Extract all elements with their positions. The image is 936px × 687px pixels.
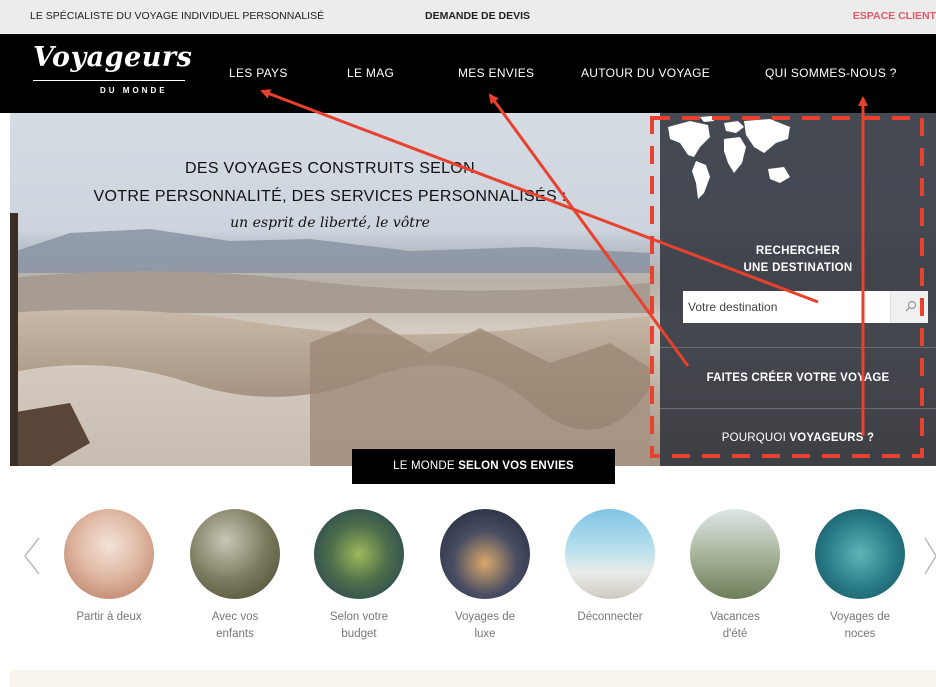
world-map-icon <box>668 116 790 199</box>
espace-client-link[interactable]: ESPACE CLIENT <box>853 10 936 22</box>
search-title-line1: RECHERCHER <box>755 245 841 257</box>
create-trip-link[interactable]: FAITES CRÉER VOTRE VOYAGE <box>660 372 936 384</box>
tagline: LE SPÉCIALISTE DU VOYAGE INDIVIDUEL PERS… <box>30 10 325 22</box>
hero-headline-line2: VOTRE PERSONNALITÉ, DES SERVICES PERSONN… <box>93 188 567 205</box>
category-vacances-d-ete[interactable]: Vacances d'été <box>680 509 790 643</box>
nav-mes-envies[interactable]: MES ENVIES <box>458 66 534 80</box>
devis-link[interactable]: DEMANDE DE DEVIS <box>425 10 530 22</box>
category-deconnecter[interactable]: Déconnecter <box>555 509 665 626</box>
category-label: Avec vos enfants <box>211 611 259 640</box>
why-label-part1: POURQUOI <box>721 432 790 444</box>
why-voyageurs-link[interactable]: POURQUOI VOYAGEURS ? <box>660 432 936 444</box>
category-image <box>64 509 154 599</box>
category-label: Voyages de noces <box>829 611 891 640</box>
category-image <box>690 509 780 599</box>
category-voyages-de-luxe[interactable]: Voyages de luxe <box>430 509 540 643</box>
banner-part1: LE MONDE <box>393 460 459 472</box>
destination-input[interactable] <box>683 291 889 323</box>
category-image <box>565 509 655 599</box>
hero-slogan: un esprit de liberté, le vôtre <box>230 215 430 231</box>
category-label: Partir à deux <box>76 611 142 623</box>
panel-divider <box>660 408 936 409</box>
category-label: Selon votre budget <box>329 611 389 640</box>
category-label: Déconnecter <box>577 611 643 623</box>
category-label: Vacances d'été <box>710 611 760 640</box>
search-panel: RECHERCHER UNE DESTINATION FAITES CRÉER … <box>660 113 936 466</box>
search-title-line2: UNE DESTINATION <box>743 262 853 274</box>
category-partir-a-deux[interactable]: Partir à deux <box>54 509 164 626</box>
hero-headline-line1: DES VOYAGES CONSTRUITS SELON <box>185 160 475 177</box>
nav-le-mag[interactable]: LE MAG <box>347 66 394 80</box>
bottom-band <box>10 670 936 687</box>
magnifier-icon <box>905 300 917 312</box>
category-avec-vos-enfants[interactable]: Avec vos enfants <box>180 509 290 643</box>
destination-search <box>683 291 928 323</box>
world-envies-banner: LE MONDE SELON VOS ENVIES <box>352 449 615 484</box>
search-button[interactable] <box>890 291 928 323</box>
logo-subtitle: DU MONDE <box>100 86 168 95</box>
category-voyages-de-noces[interactable]: Voyages de noces <box>805 509 915 643</box>
logo[interactable]: Voyageurs <box>33 42 192 73</box>
why-label-part2: VOYAGEURS ? <box>789 432 875 444</box>
chevron-left-icon[interactable] <box>22 536 42 576</box>
category-image <box>815 509 905 599</box>
nav-qui-sommes-nous[interactable]: QUI SOMMES-NOUS ? <box>765 66 897 80</box>
category-image <box>314 509 404 599</box>
chevron-right-icon[interactable] <box>922 536 936 576</box>
nav-les-pays[interactable]: LES PAYS <box>229 66 288 80</box>
category-label: Voyages de luxe <box>454 611 516 640</box>
main-navbar: Voyageurs DU MONDE LES PAYS LE MAG MES E… <box>0 34 936 113</box>
top-utility-bar: LE SPÉCIALISTE DU VOYAGE INDIVIDUEL PERS… <box>0 0 936 34</box>
banner-part2: SELON VOS ENVIES <box>458 460 574 472</box>
category-image <box>190 509 280 599</box>
category-selon-votre-budget[interactable]: Selon votre budget <box>304 509 414 643</box>
logo-underline <box>33 80 185 81</box>
hero-banner: DES VOYAGES CONSTRUITS SELON VOTRE PERSO… <box>10 113 936 466</box>
category-image <box>440 509 530 599</box>
nav-autour-du-voyage[interactable]: AUTOUR DU VOYAGE <box>581 66 710 80</box>
panel-divider <box>660 347 936 348</box>
